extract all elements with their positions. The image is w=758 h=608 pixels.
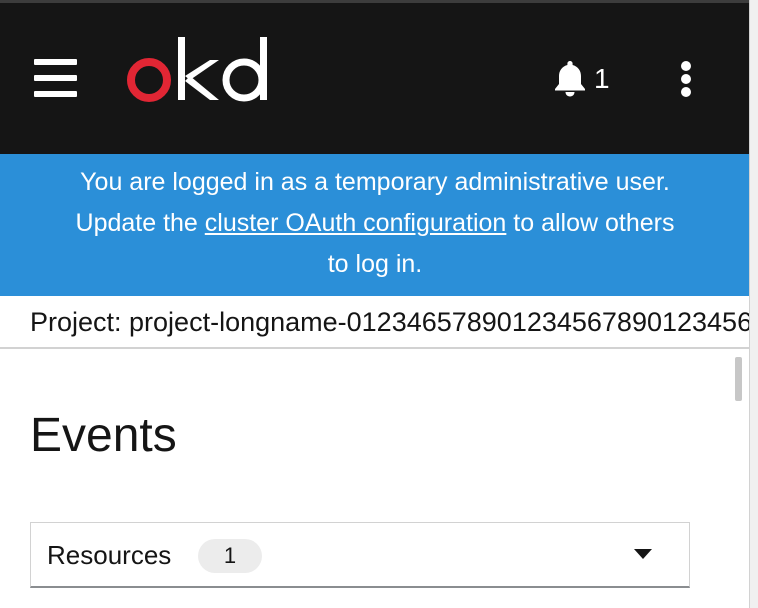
scrollbar-thumb[interactable] [735, 357, 742, 401]
cluster-oauth-config-link[interactable]: cluster OAuth configuration [205, 209, 507, 237]
resources-count-badge: 1 [198, 539, 262, 573]
project-selector-bar[interactable]: Project: project-longname-01234657890123… [0, 296, 750, 349]
notification-count: 1 [594, 63, 610, 94]
project-selector-label: Project: project-longname-01234657890123… [30, 307, 750, 337]
okd-logo-icon [127, 37, 267, 102]
notifications-button[interactable]: 1 [553, 59, 613, 99]
resources-filter-label: Resources [47, 540, 172, 570]
hamburger-icon[interactable] [34, 59, 78, 97]
banner-line-2-suffix: to allow others [506, 209, 675, 237]
window-right-gutter [749, 0, 758, 608]
masthead: 1 [0, 3, 750, 154]
app-window: 1 You are logged in as a temporary admin… [0, 0, 758, 608]
resources-filter-dropdown[interactable]: Resources 1 [30, 522, 690, 588]
kebab-icon[interactable] [676, 59, 696, 99]
caret-down-icon [634, 549, 652, 559]
banner-line-2-prefix: Update the [75, 209, 205, 237]
banner-line-3: to log in. [327, 250, 423, 278]
okd-logo[interactable] [126, 33, 276, 105]
banner-line-1: You are logged in as a temporary adminis… [80, 168, 670, 196]
bell-icon [555, 61, 585, 97]
page-title: Events [30, 409, 177, 462]
temporary-admin-banner: You are logged in as a temporary adminis… [0, 154, 750, 296]
banner-line-2: Update the cluster OAuth configuration t… [0, 203, 750, 244]
